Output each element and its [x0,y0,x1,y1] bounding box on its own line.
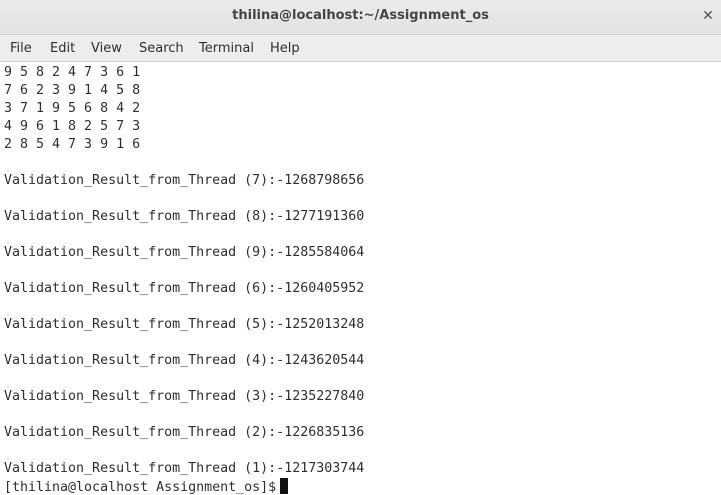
shell-prompt: [thilina@localhost Assignment_os]$ [4,480,277,495]
title-bar[interactable]: thilina@localhost:~/Assignment_os ✕ [0,0,721,35]
menu-help[interactable]: Help [270,41,300,56]
menu-view[interactable]: View [91,41,122,56]
window-title: thilina@localhost:~/Assignment_os [232,8,489,23]
result-line: Validation_Result_from_Thread (4):-12436… [4,353,365,368]
grid-row: 2 8 5 4 7 3 9 1 6 [4,137,141,152]
result-line: Validation_Result_from_Thread (6):-12604… [4,281,365,296]
grid-row: 3 7 1 9 5 6 8 4 2 [4,101,141,116]
close-icon[interactable]: ✕ [698,6,718,26]
grid-row: 4 9 6 1 8 2 5 7 3 [4,119,141,134]
menu-edit[interactable]: Edit [50,41,75,56]
result-line: Validation_Result_from_Thread (8):-12771… [4,209,365,224]
result-line: Validation_Result_from_Thread (5):-12520… [4,317,365,332]
menu-terminal[interactable]: Terminal [199,41,254,56]
text-cursor [280,478,289,494]
prompt-line: [thilina@localhost Assignment_os]$ [4,478,289,495]
result-line: Validation_Result_from_Thread (9):-12855… [4,245,365,260]
menu-file[interactable]: File [10,41,32,56]
terminal-window: thilina@localhost:~/Assignment_os ✕ File… [0,0,721,495]
result-line: Validation_Result_from_Thread (7):-12687… [4,173,365,188]
result-line: Validation_Result_from_Thread (3):-12352… [4,389,365,404]
menu-bar: File Edit View Search Terminal Help [0,35,721,62]
grid-row: 9 5 8 2 4 7 3 6 1 [4,65,141,80]
menu-search[interactable]: Search [139,41,184,56]
grid-row: 7 6 2 3 9 1 4 5 8 [4,83,141,98]
terminal-output[interactable]: 9 5 8 2 4 7 3 6 1 7 6 2 3 9 1 4 5 8 3 7 … [0,62,721,495]
result-line: Validation_Result_from_Thread (2):-12268… [4,425,365,440]
result-line: Validation_Result_from_Thread (1):-12173… [4,461,365,476]
